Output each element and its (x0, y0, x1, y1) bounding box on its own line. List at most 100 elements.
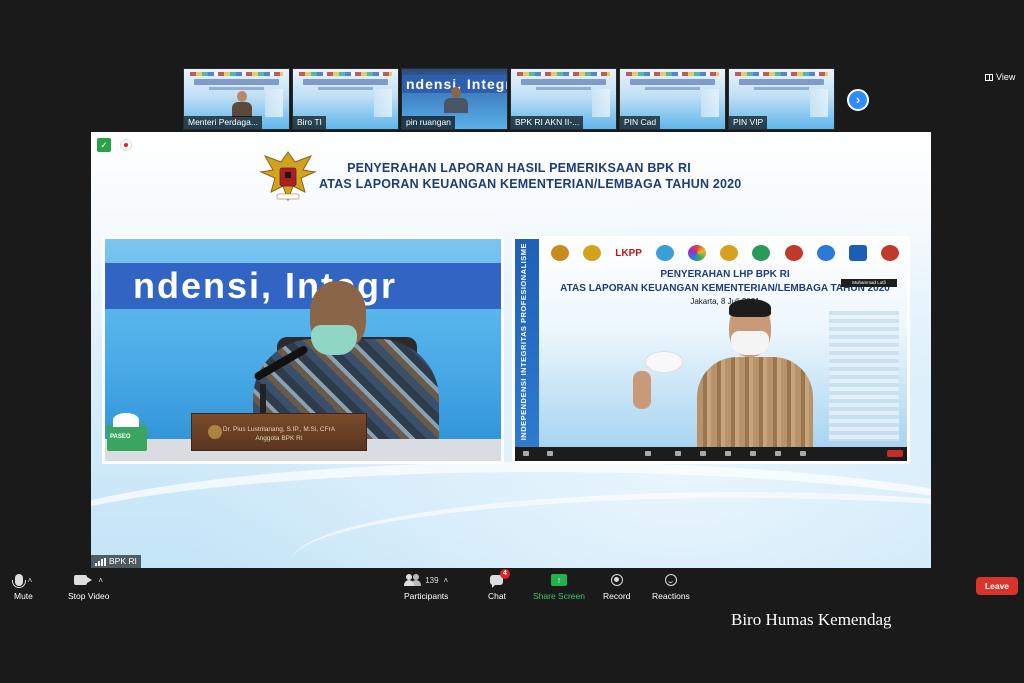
slide-date: Jakarta, 8 Juli 2021 (690, 297, 760, 306)
logo-icon (816, 245, 835, 261)
watermark-caption: Biro Humas Kemendag (731, 610, 892, 629)
building-graphic (374, 89, 392, 117)
building-graphic (810, 89, 828, 117)
speaker-hair (729, 299, 771, 317)
slide-title-bar (630, 79, 715, 85)
participant-thumbnail[interactable]: BPK RI AKN II-... (510, 68, 617, 130)
slide-title-bar (521, 79, 606, 85)
video-camera-icon (74, 575, 93, 585)
stop-video-button[interactable]: ˄ Stop Video (68, 572, 109, 601)
chevron-up-icon[interactable]: ˄ (98, 576, 103, 585)
name-plate: Dr. Pius Lustrilanang, S.IP., M.Si, CFrA… (191, 413, 367, 451)
presenter-name: BPK RI (109, 556, 137, 566)
logo-strip (735, 72, 828, 76)
nested-end-button (887, 450, 903, 457)
smiley-icon (664, 574, 677, 586)
chevron-up-icon[interactable]: ˄ (28, 576, 33, 585)
speaker-name-tag: Muhammad Lutfi (841, 279, 897, 287)
tissue-box: PASEO (107, 413, 147, 451)
record-icon (610, 574, 623, 586)
participant-name: BPK RI AKN II-... (511, 116, 584, 129)
video-feed-kemendag: INDEPENDENSI INTEGRITAS PROFESIONALISME … (512, 236, 910, 464)
participants-label: Participants (404, 591, 449, 601)
share-screen-arrow-icon: ↑ (550, 574, 567, 586)
unread-badge: 4 (500, 569, 510, 579)
face-mask (731, 331, 769, 355)
tissue-label: PASEO (110, 434, 131, 440)
participant-thumbnail[interactable]: PIN VIP (728, 68, 835, 130)
backdrop-banner: ndensi, Integr (105, 263, 501, 309)
slide-title-line1: PENYERAHAN LAPORAN HASIL PEMERIKSAAN BPK… (347, 161, 691, 175)
next-page-arrow-icon[interactable]: › (847, 89, 869, 111)
record-button[interactable]: Record (603, 572, 630, 601)
values-sidebar: INDEPENDENSI INTEGRITAS PROFESIONALISME (515, 239, 539, 449)
participant-thumbnail[interactable]: Biro TI (292, 68, 399, 130)
slide-subtitle-bar (318, 87, 373, 90)
building-graphic (829, 311, 899, 441)
bpk-logo-icon (551, 245, 569, 261)
signal-strength-icon (95, 557, 106, 566)
speaker-hand (633, 371, 651, 409)
logo-strip (299, 72, 392, 76)
reactions-button[interactable]: Reactions (652, 572, 690, 601)
participants-button[interactable]: 139 ˄ Participants (404, 572, 448, 601)
participant-figure (232, 91, 252, 117)
institution-logos: LKPP (551, 244, 899, 262)
slide-subtitle-bar (536, 87, 591, 90)
slide-title-bar (739, 79, 824, 85)
garuda-emblem-icon (259, 151, 317, 202)
chat-button[interactable]: 4 Chat (488, 569, 510, 601)
logo-strip (517, 72, 610, 76)
slide-title-bar (303, 79, 388, 85)
slide-subtitle-bar (209, 87, 264, 90)
speaker-body (697, 357, 813, 449)
chevron-up-icon[interactable]: ˄ (444, 576, 449, 585)
participant-thumbnail-strip: Menteri Perdaga... Biro TI ndensi, Integ… (183, 68, 835, 130)
chat-label: Chat (488, 591, 506, 601)
emblem-logo-icon (720, 245, 739, 261)
participants-icon (404, 574, 420, 586)
logo-icon (784, 245, 803, 261)
presenter-name-chip: BPK RI (91, 555, 141, 568)
shared-screen: ✓ PENYERAHAN LAPORAN HASIL PEMERIKSAAN B… (91, 132, 931, 568)
reactions-label: Reactions (652, 591, 690, 601)
participant-thumbnail[interactable]: Menteri Perdaga... (183, 68, 290, 130)
leave-button[interactable]: Leave (976, 577, 1018, 595)
participant-name: PIN Cad (620, 116, 661, 129)
slide-subtitle-bar (645, 87, 700, 90)
logo-strip (190, 72, 283, 76)
participants-count: 139 (425, 575, 439, 585)
building-graphic (592, 89, 610, 117)
view-label: View (996, 72, 1016, 82)
kemendag-logo-icon (688, 245, 707, 261)
building-graphic (701, 89, 719, 117)
zoom-meeting-window: Menteri Perdaga... Biro TI ndensi, Integ… (0, 0, 1024, 683)
logo-icon (656, 245, 675, 261)
bsn-logo-icon (848, 245, 867, 261)
participant-thumbnail[interactable]: ndensi, Integr pin ruangan (401, 68, 508, 130)
mute-button[interactable]: ˄ Mute (11, 572, 33, 601)
logo-icon (880, 245, 899, 261)
view-button[interactable]: View (985, 72, 1015, 82)
stop-video-label: Stop Video (68, 591, 110, 601)
participant-name: PIN VIP (729, 116, 768, 129)
participant-name: pin ruangan (402, 116, 455, 129)
logo-icon (752, 245, 771, 261)
held-card (645, 351, 683, 373)
lkpp-logo: LKPP (615, 247, 642, 259)
microphone-icon (11, 574, 26, 588)
slide-title-line2: ATAS LAPORAN KEUANGAN KEMENTERIAN/LEMBAG… (319, 177, 742, 191)
participant-thumbnail[interactable]: PIN Cad (619, 68, 726, 130)
grid-view-icon (985, 73, 993, 81)
share-screen-button[interactable]: ↑ Share Screen (533, 572, 585, 601)
slide-subtitle-bar (754, 87, 809, 90)
face-mask (311, 325, 357, 355)
building-graphic (265, 89, 283, 117)
slide-title-bar (194, 79, 279, 85)
encryption-shield-icon[interactable]: ✓ (97, 138, 111, 152)
record-label: Record (603, 591, 631, 601)
logo-strip (626, 72, 719, 76)
recording-indicator-icon[interactable] (120, 139, 132, 151)
sidebar-text: INDEPENDENSI INTEGRITAS PROFESIONALISME (519, 243, 528, 441)
nested-zoom-toolbar (515, 447, 907, 461)
